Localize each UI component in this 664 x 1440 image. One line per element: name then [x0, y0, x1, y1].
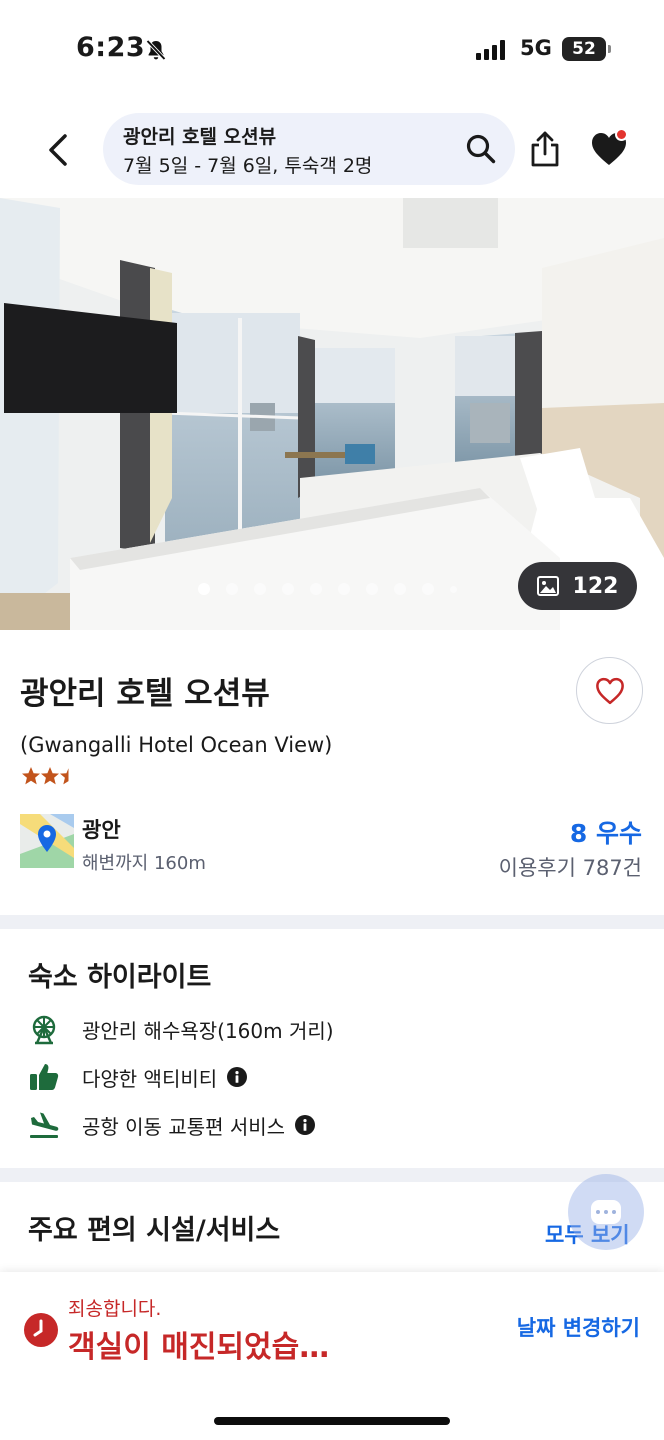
- hotel-english-name: (Gwangalli Hotel Ocean View): [20, 733, 333, 757]
- star-rating-icon: [22, 767, 69, 785]
- highlight-item: 다양한 액티비티: [28, 1061, 248, 1093]
- section-divider: [0, 915, 664, 929]
- home-indicator[interactable]: [214, 1417, 450, 1425]
- back-button[interactable]: [38, 126, 78, 174]
- image-icon: [536, 576, 559, 596]
- pagination-dot: [394, 583, 406, 595]
- highlight-item: 공항 이동 교통편 서비스: [28, 1109, 316, 1141]
- pagination-dot: [282, 583, 294, 595]
- change-dates-button[interactable]: 날짜 변경하기: [517, 1312, 640, 1342]
- search-summary-pill[interactable]: 광안리 호텔 오션뷰 7월 5일 - 7월 6일, 투숙객 2명: [103, 113, 515, 185]
- sold-out-sorry: 죄송합니다.: [68, 1298, 162, 1320]
- clock-alert-icon: [24, 1313, 58, 1347]
- review-score[interactable]: 8 우수: [570, 814, 642, 850]
- battery-icon: 52: [562, 37, 611, 61]
- airplane-landing-icon: [30, 1112, 59, 1138]
- info-icon[interactable]: [227, 1067, 248, 1087]
- bell-off-icon: [146, 39, 166, 61]
- pagination-dot: [450, 585, 457, 593]
- sold-out-message: 객실이 매진되었습…: [68, 1330, 330, 1365]
- gallery-pagination: [198, 583, 457, 595]
- pagination-dot: [310, 583, 322, 595]
- pagination-dot: [366, 583, 378, 595]
- chat-button[interactable]: [568, 1174, 644, 1250]
- share-icon[interactable]: [528, 130, 562, 168]
- chevron-left-icon: [49, 134, 67, 166]
- pagination-dot: [226, 583, 238, 595]
- pagination-dot: [422, 583, 434, 595]
- signal-icon: [476, 40, 505, 60]
- highlights-title: 숙소 하이라이트: [28, 962, 212, 993]
- thumbs-up-icon: [30, 1064, 59, 1090]
- heart-icon: [595, 677, 624, 704]
- network-type: 5G: [520, 36, 552, 60]
- pagination-dot: [338, 583, 350, 595]
- pagination-dot: [198, 583, 210, 595]
- amenities-title: 주요 편의 시설/서비스: [28, 1215, 281, 1246]
- chat-bubble-icon: [591, 1200, 621, 1224]
- hotel-name: 광안리 호텔 오션뷰: [20, 676, 270, 712]
- search-icon[interactable]: [465, 133, 497, 165]
- booking-bottom-bar: 죄송합니다. 객실이 매진되었습… 날짜 변경하기: [0, 1272, 664, 1440]
- status-bar: 6:23 5G 52: [0, 0, 664, 100]
- notification-dot: [615, 128, 628, 141]
- section-divider: [0, 1168, 664, 1182]
- map-thumbnail-icon[interactable]: [20, 814, 74, 868]
- review-count-link[interactable]: 이용후기 787건: [499, 852, 642, 882]
- status-time: 6:23: [76, 32, 146, 63]
- highlight-item: 광안리 해수욕장(160m 거리): [28, 1013, 334, 1045]
- photo-count-button[interactable]: 122: [518, 562, 637, 610]
- ferris-wheel-icon: [32, 1015, 56, 1045]
- beach-distance: 해변까지 160m: [82, 853, 206, 874]
- highlight-label: 공항 이동 교통편 서비스: [82, 1114, 286, 1139]
- pagination-dot: [254, 583, 266, 595]
- photo-count: 122: [572, 573, 619, 599]
- save-hotel-button[interactable]: [576, 657, 643, 724]
- search-destination: 광안리 호텔 오션뷰: [123, 126, 277, 148]
- info-icon[interactable]: [295, 1115, 316, 1135]
- highlight-label: 광안리 해수욕장(160m 거리): [82, 1018, 334, 1043]
- search-dates-guests: 7월 5일 - 7월 6일, 투숙객 2명: [123, 155, 373, 177]
- highlight-label: 다양한 액티비티: [82, 1066, 218, 1091]
- area-name: 광안: [82, 818, 121, 842]
